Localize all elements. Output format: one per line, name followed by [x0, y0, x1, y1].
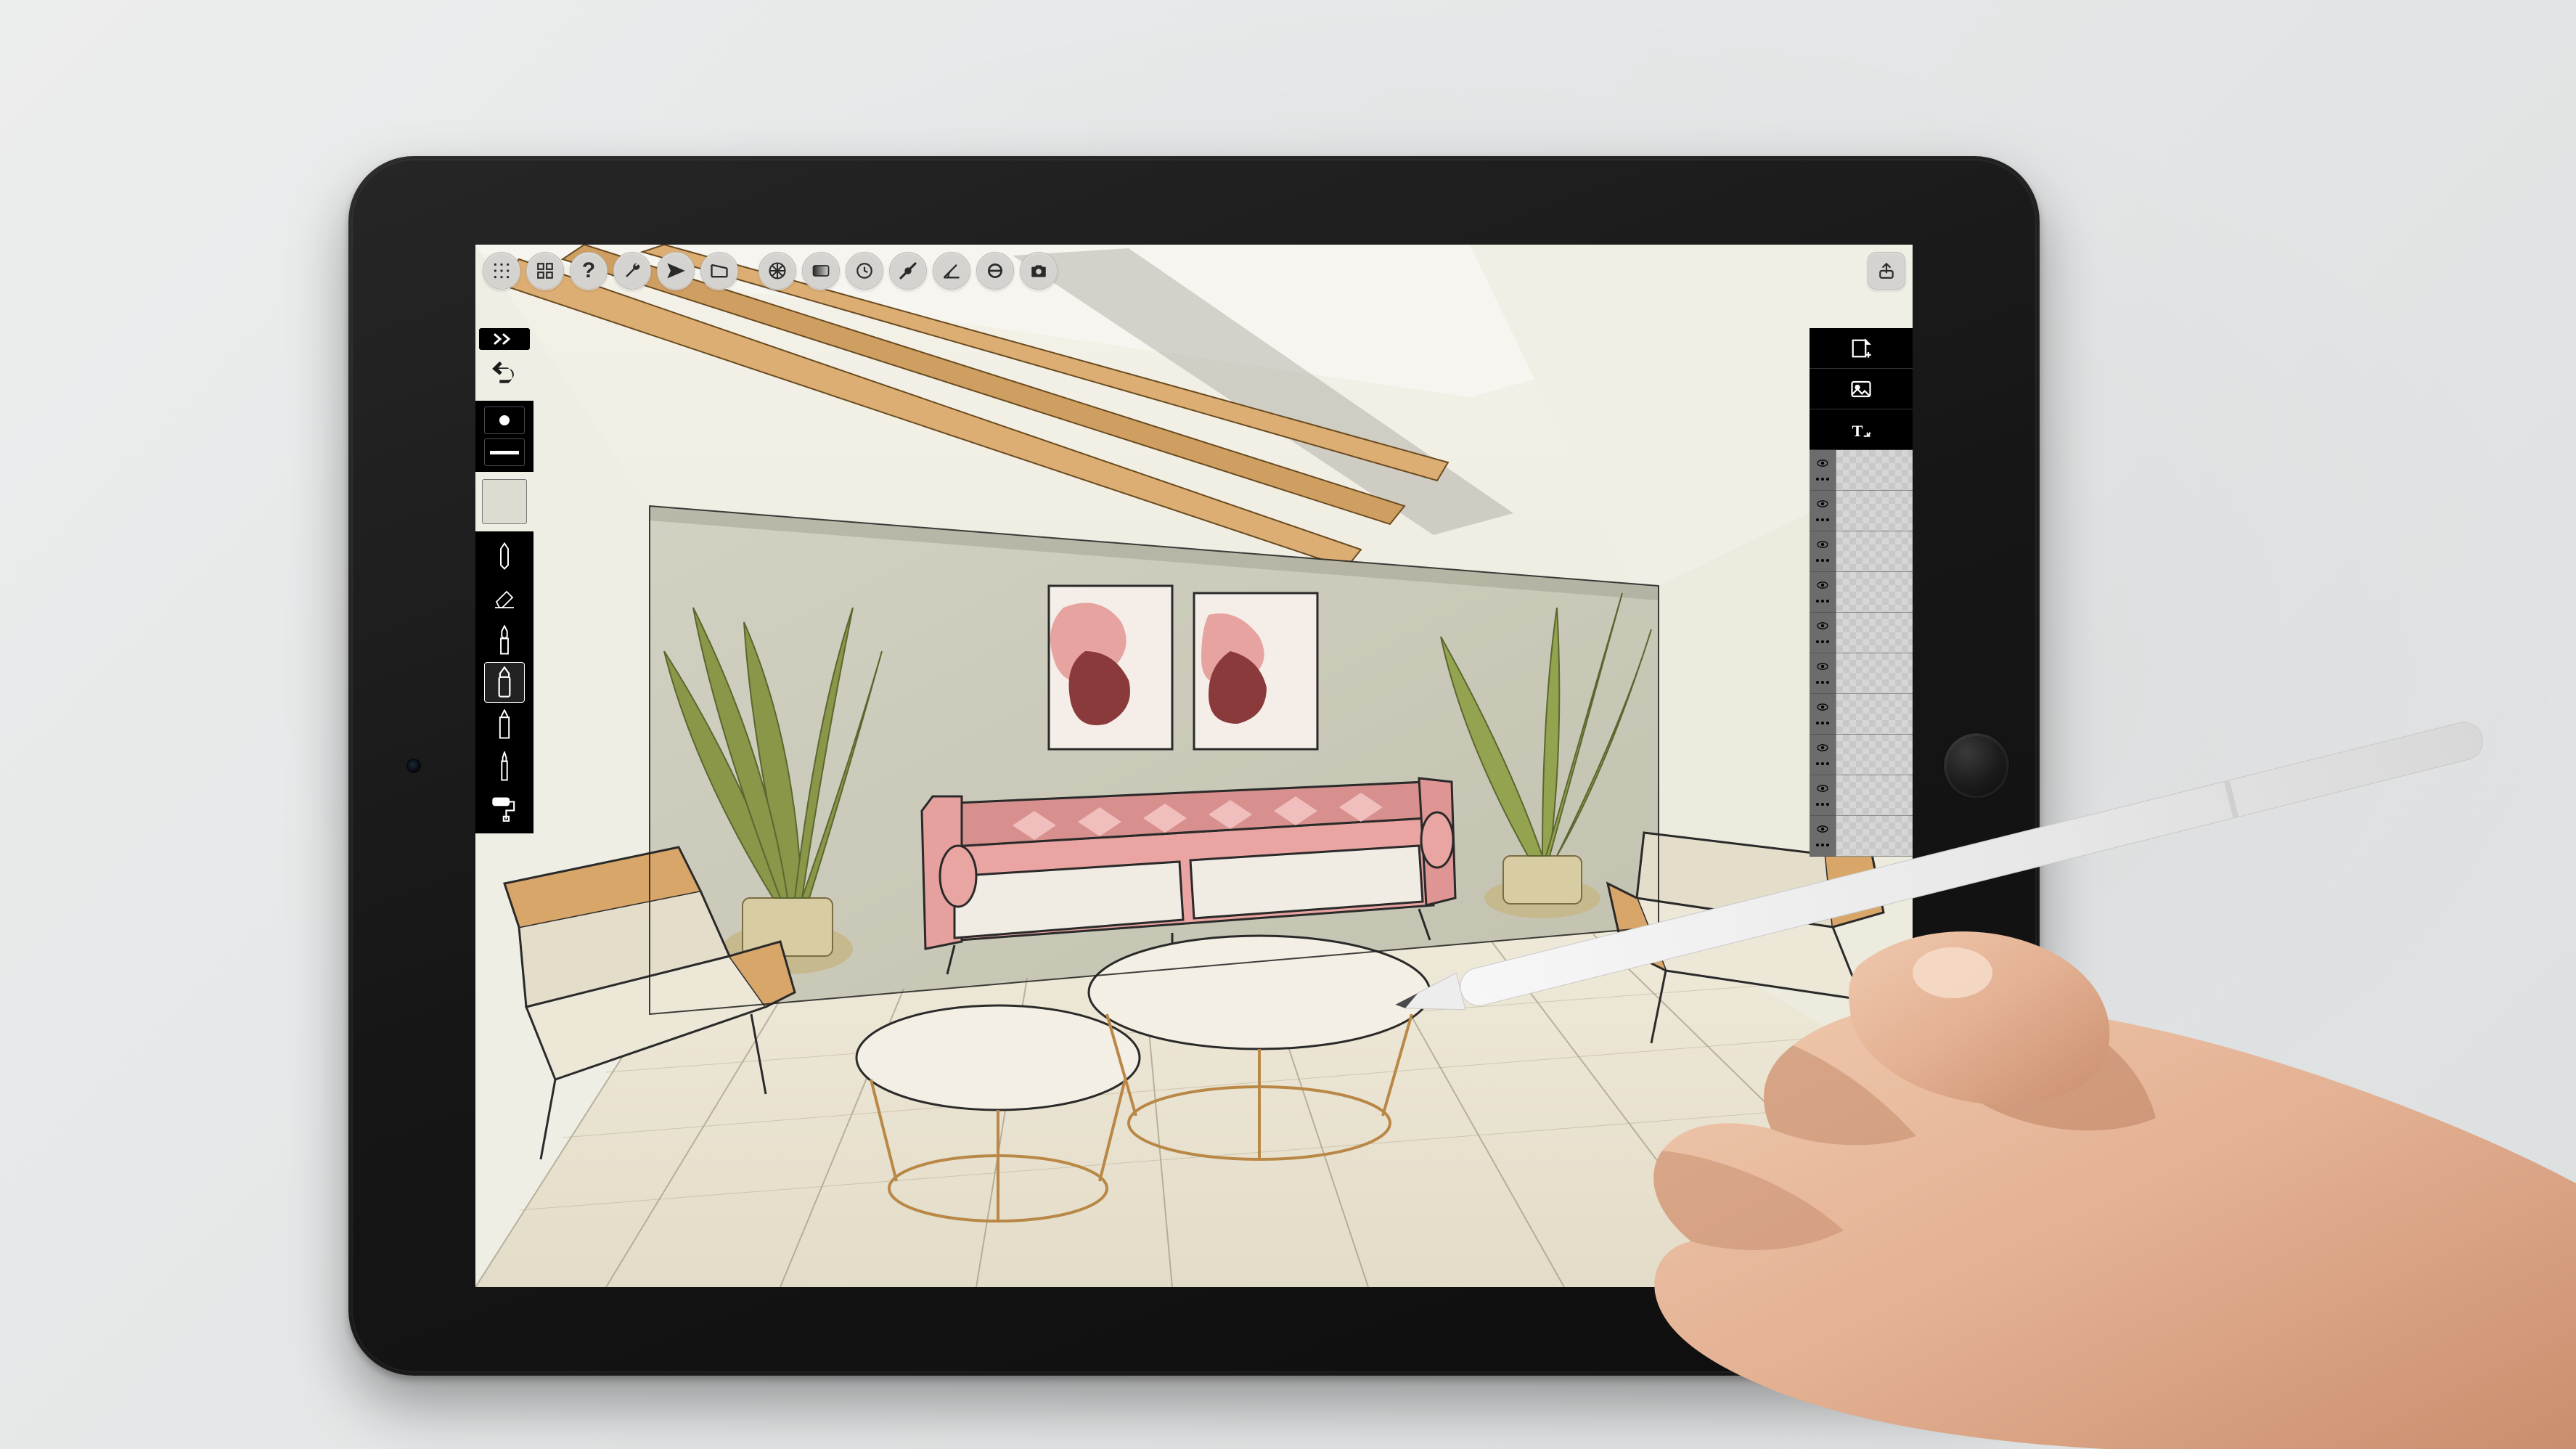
pen-tool-icon[interactable]	[484, 620, 525, 661]
layer-6[interactable]	[1810, 613, 1913, 653]
clock-icon[interactable]	[846, 252, 883, 290]
top-toolbar: ?	[483, 252, 1058, 290]
fine-pen-tool-icon[interactable]	[484, 746, 525, 787]
layer-5[interactable]	[1810, 653, 1913, 694]
wrench-icon[interactable]	[613, 252, 651, 290]
undo-icon[interactable]	[483, 357, 526, 393]
right-layers-panel: T	[1810, 328, 1913, 857]
image-layer-icon[interactable]	[1810, 369, 1913, 409]
expand-panel-icon[interactable]	[479, 328, 530, 350]
ruler-dot-icon[interactable]	[889, 252, 927, 290]
sketch-illustration	[475, 245, 1913, 1287]
layer-8[interactable]	[1810, 531, 1913, 572]
layer-1[interactable]	[1810, 816, 1913, 857]
current-color-swatch[interactable]	[482, 479, 527, 524]
symmetry-icon[interactable]	[759, 252, 796, 290]
brush-size-line[interactable]	[484, 438, 525, 466]
left-tool-panel	[475, 328, 533, 833]
layer-9[interactable]	[1810, 491, 1913, 531]
front-camera	[408, 760, 420, 772]
layer-2[interactable]	[1810, 775, 1913, 816]
target-icon[interactable]	[976, 252, 1014, 290]
brush-size-dot[interactable]	[484, 407, 525, 434]
grid-icon[interactable]	[483, 252, 520, 290]
new-layer-icon[interactable]	[1810, 328, 1913, 369]
layer-7[interactable]	[1810, 572, 1913, 613]
scale-2-label: 0.5cm	[1863, 1259, 1898, 1274]
app-screen: ?	[475, 245, 1913, 1287]
svg-text:T: T	[1852, 421, 1863, 438]
layer-4[interactable]	[1810, 694, 1913, 735]
pencil-tool-icon[interactable]	[484, 536, 525, 576]
top-right-toolbar	[1868, 252, 1905, 290]
help-icon[interactable]: ?	[570, 252, 608, 290]
highlighter-tool-icon[interactable]	[484, 704, 525, 745]
apps-icon[interactable]	[526, 252, 564, 290]
scale-1-label: 1.0cm	[1863, 1241, 1898, 1256]
eraser-tool-icon[interactable]	[484, 578, 525, 619]
perspective-icon[interactable]	[700, 252, 738, 290]
home-button[interactable]	[1944, 733, 2009, 799]
text-layer-icon[interactable]: T	[1810, 409, 1913, 450]
drawing-canvas[interactable]	[475, 245, 1913, 1287]
tablet-device: ?	[348, 156, 2040, 1376]
scale-indicator: 1.0cm 0.5cm	[1770, 1241, 1898, 1274]
camera-icon[interactable]	[1020, 252, 1058, 290]
paper-plane-icon[interactable]	[657, 252, 695, 290]
layer-3[interactable]	[1810, 735, 1913, 775]
paint-roller-tool-icon[interactable]	[484, 788, 525, 829]
layer-10[interactable]	[1810, 450, 1913, 491]
share-icon[interactable]	[1868, 252, 1905, 290]
marker-tool-icon[interactable]	[484, 662, 525, 703]
gradient-icon[interactable]	[802, 252, 840, 290]
protractor-icon[interactable]	[933, 252, 970, 290]
layers-list	[1810, 450, 1913, 857]
